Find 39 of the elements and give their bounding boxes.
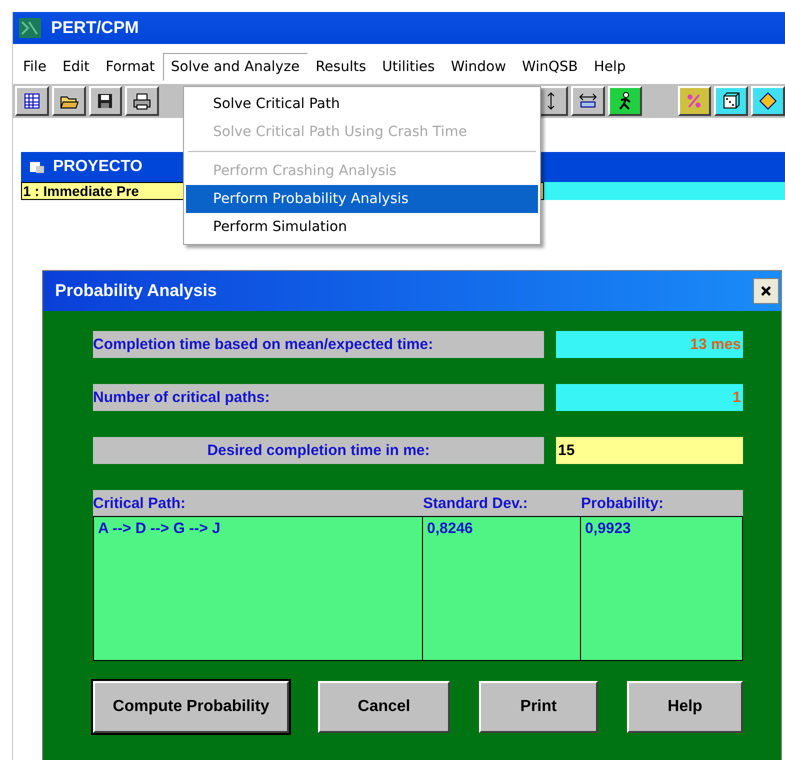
diamond-icon[interactable] (758, 91, 778, 111)
dice-icon[interactable] (721, 91, 742, 111)
close-icon (760, 285, 772, 297)
dialog-button[interactable]: Help (627, 681, 743, 733)
menu-item[interactable]: Help (586, 53, 634, 81)
grid-icon[interactable] (22, 91, 42, 111)
menu-item[interactable]: Edit (54, 53, 98, 81)
menu-item[interactable]: Utilities (374, 53, 443, 81)
dialog-button[interactable]: Cancel (318, 681, 450, 733)
menu-option[interactable]: Perform Simulation (186, 213, 538, 241)
document-title: PROYECTO (53, 158, 142, 176)
dialog-title: Probability Analysis (55, 281, 217, 301)
table-cell: A --> D --> G --> J (93, 516, 423, 661)
dialog-button[interactable]: Print (479, 681, 598, 733)
menu-item[interactable]: Window (442, 53, 514, 81)
document-icon (29, 160, 45, 174)
menu-option[interactable]: Perform Probability Analysis (186, 185, 538, 213)
grid-cell[interactable] (544, 182, 785, 200)
dialog-button[interactable]: Compute Probability (93, 681, 289, 733)
window-title: PERT/CPM (51, 18, 139, 38)
menu-item[interactable]: Results (308, 53, 374, 81)
field-label: Desired completion time in me: (93, 437, 544, 464)
menu-item[interactable]: Solve and Analyze (162, 53, 308, 81)
close-button[interactable] (753, 278, 779, 304)
column-header: Standard Dev.: (423, 490, 581, 516)
field-label: Number of critical paths: (93, 384, 544, 411)
field-label: Completion time based on mean/expected time: (93, 331, 544, 358)
table-cell: 0,8246 (423, 516, 581, 661)
output-field: 1 (556, 384, 743, 411)
column-header: Probability: (581, 490, 743, 516)
menu-item[interactable]: WinQSB (514, 53, 586, 81)
app-icon (19, 18, 41, 38)
table-cell: 0,9923 (581, 516, 743, 661)
column-header: Critical Path: (93, 490, 423, 516)
input-field[interactable]: 15 (556, 437, 743, 464)
menu-item[interactable]: File (15, 53, 54, 81)
output-field: 13 mes (556, 331, 743, 358)
printer-icon[interactable] (132, 91, 152, 111)
menu-item[interactable]: Format (98, 53, 163, 81)
